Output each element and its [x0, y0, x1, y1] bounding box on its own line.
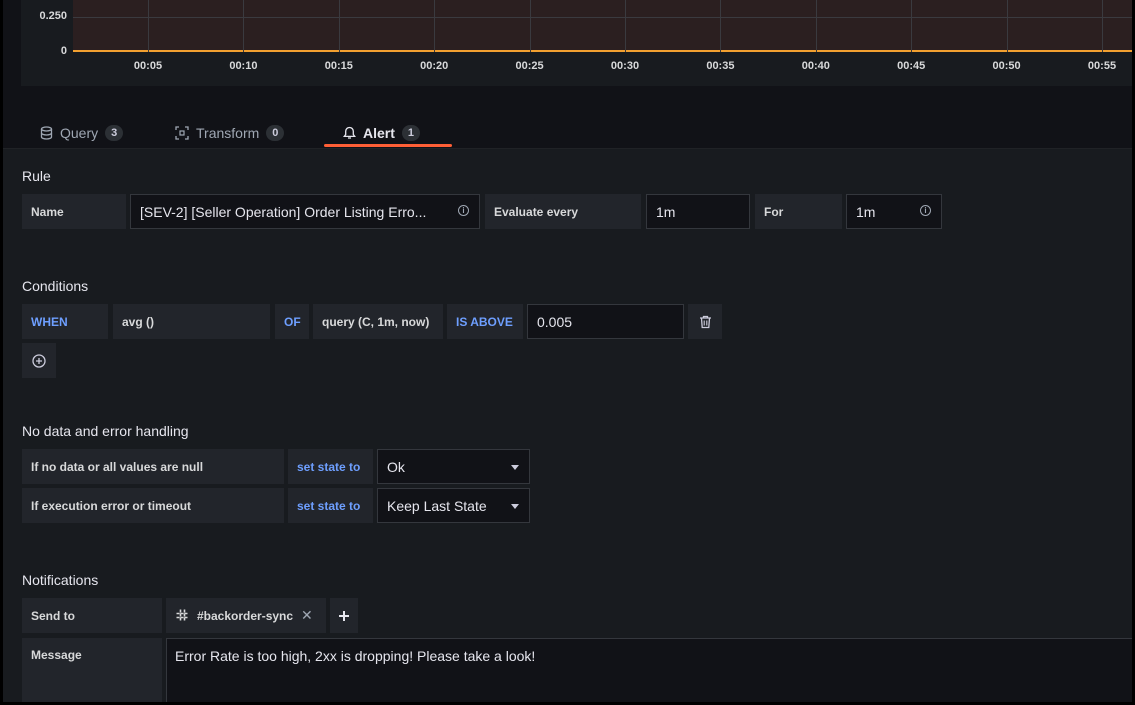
active-tab-indicator [324, 144, 452, 147]
y-tick-label: 0 [60, 45, 67, 57]
tab-label: Query [60, 125, 99, 141]
execution-error-state-select[interactable]: Keep Last State [377, 488, 530, 523]
tab-label: Transform [196, 125, 260, 141]
caret-down-icon [511, 465, 519, 470]
set-state-keyword: set state to [288, 449, 373, 484]
plus-icon [339, 610, 349, 621]
channel-name: #backorder-sync [197, 608, 294, 623]
grid-line [625, 0, 626, 52]
tab-count: 3 [105, 125, 124, 141]
editor-tabs: Query 3 Transform 0 Alert 1 [0, 108, 1135, 149]
threshold-input[interactable]: 0.005 [527, 304, 684, 339]
x-tick-label: 00:10 [229, 60, 258, 72]
grid-line [815, 0, 817, 52]
tab-count: 0 [266, 125, 285, 141]
conditions-section-title: Conditions [22, 278, 89, 294]
no-data-state-value: Ok [387, 458, 405, 475]
for-input[interactable]: 1m i [846, 194, 942, 229]
bell-icon [343, 126, 356, 139]
x-tick-label: 00:25 [515, 60, 544, 72]
execution-error-state-value: Keep Last State [387, 497, 487, 514]
send-to-label: Send to [22, 598, 162, 633]
grid-line [148, 0, 149, 52]
rule-section-title: Rule [22, 168, 51, 184]
grid-line [529, 0, 531, 52]
name-label: Name [22, 194, 126, 229]
notifications-section-title: Notifications [22, 572, 99, 588]
info-icon[interactable]: i [458, 205, 469, 216]
x-tick-label: 00:20 [420, 60, 449, 72]
x-tick-label: 00:30 [610, 60, 640, 72]
for-value: 1m [856, 203, 876, 220]
add-condition-button[interactable] [22, 343, 56, 378]
evaluate-every-input[interactable]: 1m [646, 194, 750, 229]
rule-name-input[interactable]: [SEV-2] [Seller Operation] Order Listing… [130, 194, 480, 229]
no-data-state-select[interactable]: Ok [377, 449, 530, 484]
tab-label: Alert [363, 125, 395, 141]
when-keyword: WHEN [22, 304, 108, 339]
grid-line [720, 0, 722, 52]
tab-count: 1 [401, 125, 421, 141]
grid-line [1102, 0, 1103, 52]
x-tick-label: 00:45 [897, 60, 926, 72]
graph-panel: 0.250 0 00:05 00:10 00:15 00:20 00:25 00:30 00… [21, 0, 1135, 86]
alert-editor: Rule Name [SEV-2] [Seller Operation] Ord… [0, 149, 1135, 705]
x-tick-label: 00:55 [1087, 60, 1117, 72]
grid-line [73, 17, 1135, 18]
add-channel-button[interactable] [330, 598, 358, 633]
series-line [73, 50, 1135, 52]
rule-name-value: [SEV-2] [Seller Operation] Order Listing… [140, 203, 427, 220]
tab-transform[interactable]: Transform 0 [175, 118, 285, 148]
grid-line [243, 0, 245, 52]
reducer-select[interactable]: avg () [113, 304, 270, 339]
grid-line [1006, 0, 1008, 52]
notification-channel-chip[interactable]: #backorder-sync ✕ [166, 598, 326, 633]
for-label: For [755, 194, 842, 229]
remove-channel-icon[interactable]: ✕ [301, 607, 313, 624]
y-tick-label: 0.250 [39, 10, 67, 22]
transform-icon [175, 126, 189, 140]
no-data-label: If no data or all values are null [22, 449, 284, 484]
x-tick-label: 00:50 [992, 60, 1021, 72]
set-state-keyword: set state to [288, 488, 373, 523]
tab-query[interactable]: Query 3 [40, 118, 124, 148]
plus-circle-icon [32, 353, 46, 368]
x-tick-label: 00:35 [706, 60, 735, 72]
delete-condition-button[interactable] [688, 304, 722, 339]
evaluator-select[interactable]: IS ABOVE [447, 304, 523, 339]
x-tick-label: 00:05 [133, 60, 163, 72]
evaluate-every-label: Evaluate every [485, 194, 641, 229]
of-keyword: OF [275, 304, 309, 339]
query-params-select[interactable]: query (C, 1m, now) [313, 304, 443, 339]
info-icon[interactable]: i [920, 205, 931, 216]
plot-area [73, 0, 1135, 52]
x-tick-label: 00:15 [324, 60, 353, 72]
message-label: Message [22, 638, 162, 705]
grid-line [434, 0, 436, 52]
no-data-section-title: No data and error handling [22, 423, 189, 439]
caret-down-icon [511, 504, 519, 509]
x-tick-label: 00:40 [801, 60, 830, 72]
trash-icon [699, 315, 711, 328]
slack-icon [176, 609, 189, 622]
database-icon [40, 126, 53, 140]
grid-line [338, 0, 340, 52]
execution-error-label: If execution error or timeout [22, 488, 284, 523]
grid-line [911, 0, 913, 52]
message-textarea[interactable]: Error Rate is too high, 2xx is dropping!… [166, 638, 1135, 705]
